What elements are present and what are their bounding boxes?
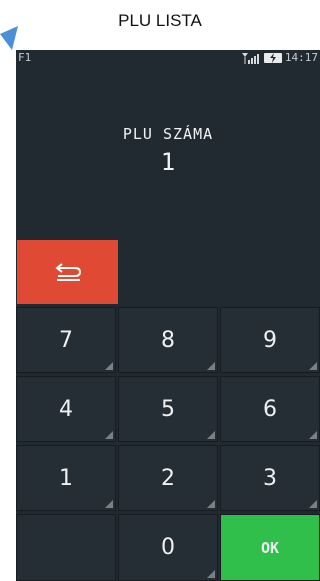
- signal-icon: [241, 52, 259, 64]
- key-5[interactable]: 5: [118, 376, 218, 442]
- key-2[interactable]: 2: [118, 445, 218, 511]
- key-8[interactable]: 8: [118, 307, 218, 373]
- display-label: PLU SZÁMA: [122, 125, 214, 143]
- page-title: PLU LISTA: [118, 11, 202, 30]
- key-9[interactable]: 9: [220, 307, 320, 373]
- battery-charging-icon: [263, 52, 282, 63]
- key-1[interactable]: 1: [16, 445, 116, 511]
- device-screen: F1 14:17 PLU SZÁMA 1 7 8 9 4 5 6 1 2 3 0…: [16, 50, 320, 581]
- status-time: 14:17: [284, 51, 318, 64]
- back-button[interactable]: [17, 240, 118, 304]
- ok-button[interactable]: OK: [220, 514, 320, 581]
- display-value: 1: [160, 148, 176, 176]
- key-0[interactable]: 0: [118, 514, 218, 581]
- corner-arrow-icon: [0, 26, 18, 50]
- key-7[interactable]: 7: [16, 307, 116, 373]
- return-arrow-icon: [54, 263, 81, 281]
- status-function-label: F1: [18, 51, 32, 64]
- key-6[interactable]: 6: [220, 376, 320, 442]
- status-bar: F1 14:17: [16, 50, 320, 66]
- status-right-group: 14:17: [241, 51, 318, 64]
- key-3[interactable]: 3: [220, 445, 320, 511]
- key-empty: [16, 514, 116, 581]
- key-4[interactable]: 4: [16, 376, 116, 442]
- numeric-keypad: 7 8 9 4 5 6 1 2 3 0 OK: [16, 307, 320, 581]
